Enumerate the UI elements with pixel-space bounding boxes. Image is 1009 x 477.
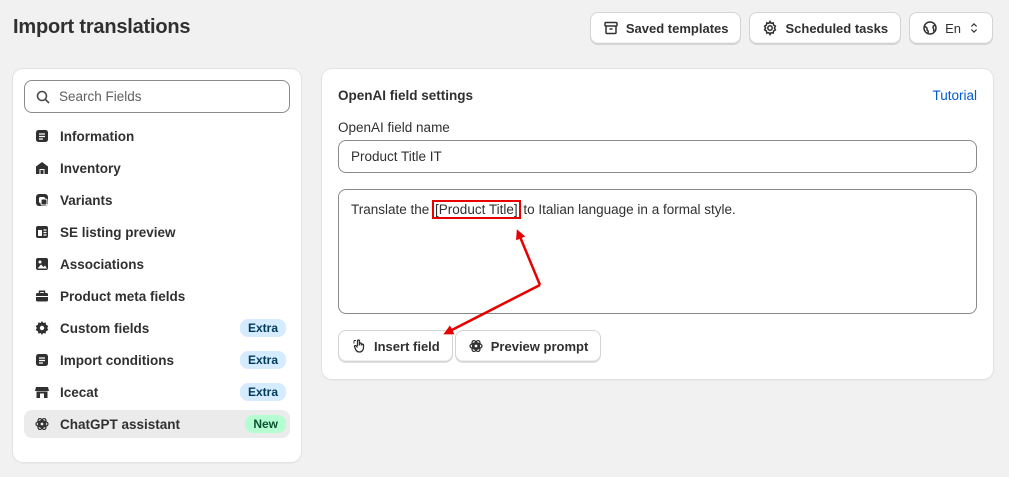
sidebar-item-custom-fields[interactable]: Custom fields Extra: [24, 314, 290, 342]
fields-sidebar: Information Inventory Variants SE listin…: [13, 69, 301, 462]
store-icon: [34, 384, 50, 400]
sidebar-item-chatgpt-assistant[interactable]: ChatGPT assistant New: [24, 410, 290, 438]
sidebar-item-information[interactable]: Information: [24, 122, 290, 150]
briefcase-icon: [34, 288, 50, 304]
openai-icon: [34, 416, 50, 432]
sidebar-item-label: ChatGPT assistant: [60, 416, 181, 432]
warehouse-icon: [34, 160, 50, 176]
product-title-token: [Product Title]: [432, 200, 521, 219]
search-icon: [35, 89, 51, 105]
preview-prompt-label: Preview prompt: [490, 338, 589, 354]
insert-field-button[interactable]: Insert field: [338, 330, 453, 362]
image-gallery-icon: [34, 256, 50, 272]
prompt-textarea[interactable]: Translate the [Product Title] to Italian…: [338, 189, 977, 314]
gear-icon: [34, 320, 50, 336]
openai-icon: [468, 338, 484, 354]
page-title: Import translations: [13, 16, 191, 38]
sidebar-item-label: Icecat: [60, 384, 99, 400]
sidebar-item-inventory[interactable]: Inventory: [24, 154, 290, 182]
sidebar-item-icecat[interactable]: Icecat Extra: [24, 378, 290, 406]
language-selector[interactable]: En: [909, 12, 993, 44]
new-badge: New: [245, 415, 286, 433]
sidebar-item-label: Custom fields: [60, 320, 150, 336]
card-header: OpenAI field settings Tutorial: [338, 88, 977, 103]
language-label: En: [945, 20, 961, 36]
saved-templates-button[interactable]: Saved templates: [589, 12, 742, 44]
saved-templates-label: Saved templates: [625, 20, 729, 36]
sidebar-item-variants[interactable]: Variants: [24, 186, 290, 214]
tutorial-link[interactable]: Tutorial: [932, 88, 977, 103]
sidebar-item-label: Variants: [60, 192, 113, 208]
listing-preview-icon: [34, 224, 50, 240]
sidebar-item-label: Associations: [60, 256, 145, 272]
extra-badge: Extra: [239, 319, 286, 337]
sidebar-item-label: Inventory: [60, 160, 121, 176]
chevron-up-down-icon: [968, 22, 980, 34]
sidebar-item-label: Import conditions: [60, 352, 174, 368]
sidebar-item-product-meta-fields[interactable]: Product meta fields: [24, 282, 290, 310]
insert-field-label: Insert field: [374, 338, 440, 354]
header-actions: Saved templates Scheduled tasks En: [589, 12, 993, 44]
field-name-input[interactable]: Product Title IT: [338, 140, 977, 173]
card-title: OpenAI field settings: [338, 88, 474, 103]
archive-icon: [603, 20, 619, 36]
search-box[interactable]: [24, 80, 290, 113]
field-name-label: OpenAI field name: [338, 120, 450, 135]
search-input[interactable]: [59, 89, 279, 104]
document-icon: [34, 128, 50, 144]
prompt-text-before: Translate the: [351, 202, 434, 217]
preview-prompt-button[interactable]: Preview prompt: [454, 330, 602, 362]
extra-badge: Extra: [239, 351, 286, 369]
openai-settings-card: OpenAI field settings Tutorial OpenAI fi…: [322, 69, 993, 379]
sidebar-item-label: Information: [60, 128, 135, 144]
document-icon: [34, 352, 50, 368]
globe-icon: [922, 20, 938, 36]
gear-icon: [762, 20, 778, 36]
sidebar-item-label: Product meta fields: [60, 288, 186, 304]
hand-pointer-icon: [351, 338, 367, 354]
variants-icon: [34, 192, 50, 208]
scheduled-tasks-button[interactable]: Scheduled tasks: [749, 12, 902, 44]
field-name-value: Product Title IT: [351, 149, 442, 164]
fields-nav: Information Inventory Variants SE listin…: [24, 122, 290, 438]
sidebar-item-associations[interactable]: Associations: [24, 250, 290, 278]
sidebar-item-import-conditions[interactable]: Import conditions Extra: [24, 346, 290, 374]
scheduled-tasks-label: Scheduled tasks: [785, 20, 889, 36]
sidebar-item-se-listing-preview[interactable]: SE listing preview: [24, 218, 290, 246]
prompt-text-after: to Italian language in a formal style.: [519, 202, 736, 217]
prompt-actions: Insert field Preview prompt: [338, 330, 977, 362]
sidebar-item-label: SE listing preview: [60, 224, 176, 240]
extra-badge: Extra: [239, 383, 286, 401]
